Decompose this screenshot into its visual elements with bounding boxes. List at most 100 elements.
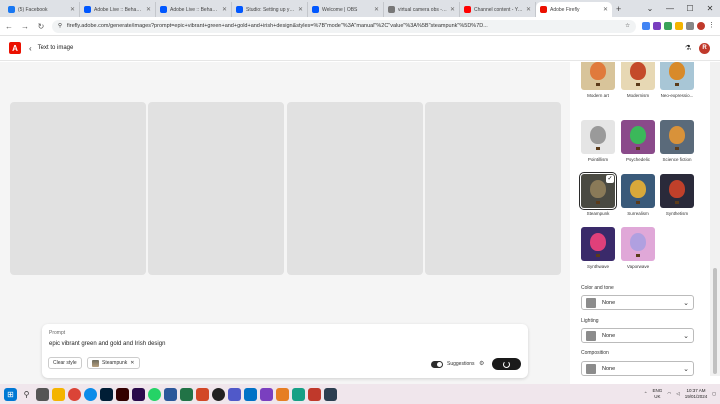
scrollbar-thumb[interactable]: [713, 268, 717, 374]
tab-studio[interactable]: Studio: Setting up your s...✕: [232, 2, 308, 17]
close-icon[interactable]: ✕: [603, 6, 608, 13]
suggestions-toggle[interactable]: [431, 361, 443, 368]
chevron-down-icon: ⌄: [683, 332, 689, 340]
style-tile-surrealism[interactable]: Surrealism: [621, 174, 655, 216]
tab-behance-1[interactable]: Adobe Live :: Behance ✕: [80, 2, 156, 17]
style-tile-modern-art[interactable]: Modern art: [581, 62, 615, 98]
extension-icon[interactable]: [653, 22, 661, 30]
balloon-icon: [590, 62, 606, 80]
tab-behance-2[interactable]: Adobe Live :: Behance ✕: [156, 2, 232, 17]
windows-start-icon[interactable]: ⊞: [4, 387, 17, 401]
close-icon[interactable]: ✕: [526, 6, 531, 13]
style-tile-synthwave[interactable]: Synthwave: [581, 227, 615, 269]
language-indicator[interactable]: ENG UK: [653, 388, 663, 400]
tab-adobe-firefly[interactable]: Adobe Firefly ✕: [536, 2, 612, 17]
tab-search-icon[interactable]: ⌄: [640, 0, 660, 17]
word-icon[interactable]: [164, 387, 177, 401]
photoshop-icon[interactable]: [100, 387, 113, 401]
powerpoint-icon[interactable]: [196, 387, 209, 401]
style-tile-synthetism[interactable]: Synthetism: [660, 174, 694, 216]
tab-facebook[interactable]: (5) Facebook ✕: [4, 2, 80, 17]
back-arrow-icon[interactable]: ←: [4, 22, 14, 31]
profile-avatar[interactable]: [697, 22, 705, 30]
basket-icon: [675, 83, 679, 86]
search-icon[interactable]: ⚲: [20, 388, 33, 401]
close-icon[interactable]: ✕: [70, 6, 75, 13]
extension-icon[interactable]: [664, 22, 672, 30]
extensions-puzzle-icon[interactable]: [686, 22, 694, 30]
extension-icon[interactable]: [642, 22, 650, 30]
basket-icon: [596, 83, 600, 86]
tab-obs[interactable]: Welcome | OBS ✕: [308, 2, 384, 17]
remove-icon[interactable]: ✕: [130, 360, 134, 366]
adobe-logo-icon[interactable]: A: [9, 42, 21, 54]
premiere-icon[interactable]: [132, 387, 145, 401]
notification-icon[interactable]: ◻: [712, 391, 716, 397]
facebook-icon: [8, 6, 15, 13]
tab-youtube[interactable]: Channel content - YouT...✕: [460, 2, 536, 17]
style-tile-vaporwave[interactable]: Vaporwave: [621, 227, 655, 269]
tray-chevron-icon[interactable]: ⌃: [644, 391, 648, 397]
behance-icon: [236, 6, 243, 13]
excel-icon[interactable]: [180, 387, 193, 401]
menu-dots-icon[interactable]: ⋮: [708, 22, 716, 30]
style-thumbnail: [621, 120, 655, 154]
style-tile-psychedelic[interactable]: Psychedelic: [621, 120, 655, 162]
teams-icon[interactable]: [228, 387, 241, 401]
chrome-icon[interactable]: [68, 387, 81, 401]
address-bar[interactable]: ⚲ firefly.adobe.com/generate/images?prom…: [52, 19, 636, 33]
panel-scrollbar[interactable]: [710, 62, 720, 376]
reload-icon[interactable]: ↻: [36, 22, 46, 31]
minimize-button[interactable]: —: [660, 0, 680, 17]
close-icon[interactable]: ✕: [450, 6, 455, 13]
wifi-icon[interactable]: ◠: [667, 391, 671, 397]
close-icon[interactable]: ✕: [222, 6, 227, 13]
suggestions-settings-icon[interactable]: ⚙: [479, 360, 484, 367]
style-chip-steampunk[interactable]: Steampunk ✕: [87, 357, 140, 369]
close-icon[interactable]: ✕: [374, 6, 379, 13]
user-avatar[interactable]: R: [699, 43, 710, 54]
file-explorer-icon[interactable]: [52, 387, 65, 401]
bookmark-star-icon[interactable]: ☆: [625, 23, 630, 29]
clear-style-button[interactable]: Clear style: [48, 357, 82, 369]
outlook-icon[interactable]: [244, 387, 257, 401]
close-window-button[interactable]: ✕: [700, 0, 720, 17]
style-tile-neo-expressionism[interactable]: Neo-expressio...: [660, 62, 694, 98]
app-icon[interactable]: [260, 387, 273, 401]
generate-button[interactable]: [492, 358, 521, 370]
clock[interactable]: 10:37 AM 19/01/2024: [685, 388, 708, 400]
color-tone-dropdown[interactable]: None ⌄: [581, 295, 694, 310]
close-icon[interactable]: ✕: [146, 6, 151, 13]
new-tab-button[interactable]: +: [616, 2, 621, 17]
style-tile-modernism[interactable]: Modernism: [621, 62, 655, 98]
app-icon[interactable]: [276, 387, 289, 401]
site-info-icon[interactable]: ⚲: [58, 23, 62, 29]
style-tile-pointillism[interactable]: Pointillism: [581, 120, 615, 162]
image-placeholder: [148, 102, 284, 275]
maximize-button[interactable]: ☐: [680, 0, 700, 17]
volume-icon[interactable]: ◁: [676, 391, 679, 397]
page-title: Text to image: [37, 45, 74, 51]
beta-flask-icon[interactable]: ⚗: [684, 44, 692, 53]
tab-google-search[interactable]: virtual camera obs - G... ✕: [384, 2, 460, 17]
lighting-dropdown[interactable]: None ⌄: [581, 328, 694, 343]
obs-icon[interactable]: [212, 387, 225, 401]
style-thumbnail: [621, 62, 655, 90]
prompt-input[interactable]: epic vibrant green and gold and Irish de…: [49, 341, 165, 347]
app-icon[interactable]: [292, 387, 305, 401]
task-view-icon[interactable]: [36, 387, 49, 401]
whatsapp-icon[interactable]: [148, 387, 161, 401]
composition-dropdown[interactable]: None ⌄: [581, 361, 694, 376]
back-chevron-icon[interactable]: ‹: [29, 44, 32, 53]
app-icon[interactable]: [308, 387, 321, 401]
app-icon[interactable]: [324, 387, 337, 401]
style-tile-steampunk[interactable]: ✓ Steampunk: [579, 172, 617, 216]
forward-arrow-icon[interactable]: →: [20, 22, 30, 31]
steampunk-thumbnail: [92, 359, 99, 367]
illustrator-icon[interactable]: [116, 387, 129, 401]
close-icon[interactable]: ✕: [298, 6, 303, 13]
extension-icon[interactable]: [675, 22, 683, 30]
style-tile-science-fiction[interactable]: Science fiction: [660, 120, 694, 162]
edge-icon[interactable]: [84, 387, 97, 401]
style-thumbnail: [660, 120, 694, 154]
